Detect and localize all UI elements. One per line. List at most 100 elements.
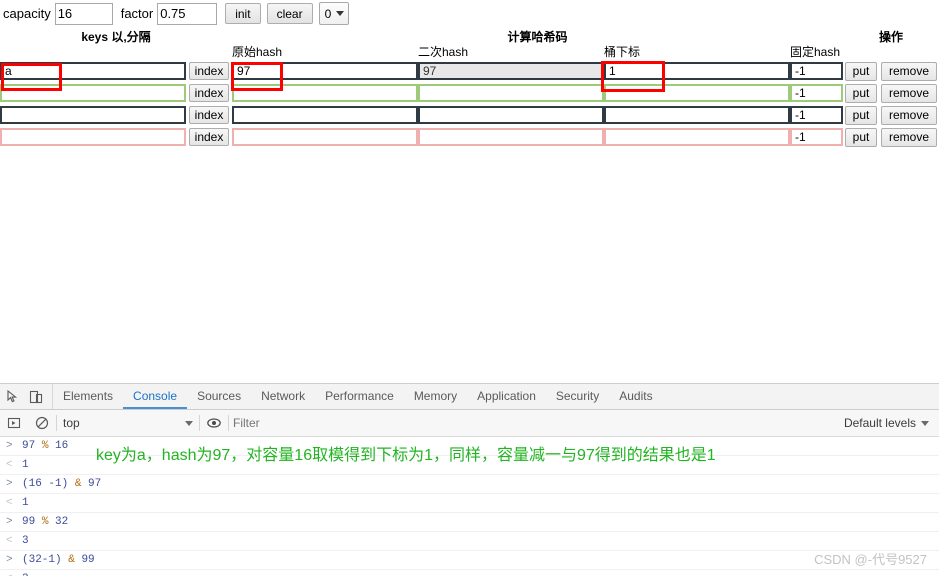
prompt-arrow-icon: > xyxy=(6,516,13,528)
key-input[interactable] xyxy=(0,128,186,146)
bucket-index-input[interactable] xyxy=(604,84,790,102)
console-line-text: 1 xyxy=(22,497,29,509)
header-group-row: keys 以,分隔 计算哈希码 操作 xyxy=(0,30,939,45)
bucket-index-input[interactable] xyxy=(604,62,790,80)
row-count-select[interactable]: 0 xyxy=(318,2,350,25)
devtools-tabbar: Elements Console Sources Network Performance… xyxy=(0,384,939,410)
put-button[interactable]: put xyxy=(844,105,878,125)
device-toolbar-icon[interactable] xyxy=(28,389,44,405)
remove-button[interactable]: remove xyxy=(881,127,938,147)
inspect-element-icon[interactable] xyxy=(6,389,22,405)
devtools-panel: Elements Console Sources Network Performance… xyxy=(0,383,939,576)
table-row: index putremove xyxy=(0,60,939,82)
index-button[interactable]: index xyxy=(188,84,230,102)
console-line-text: 99 % 32 xyxy=(22,516,69,528)
execute-button[interactable] xyxy=(0,410,28,436)
raw-hash-input[interactable] xyxy=(232,84,418,102)
result-arrow-icon: < xyxy=(6,497,13,509)
remove-button[interactable]: remove xyxy=(881,61,938,81)
console-output-line: <3 xyxy=(0,570,939,576)
console-line-text: 3 xyxy=(22,535,29,547)
console-output-line: <1 xyxy=(0,494,939,513)
result-arrow-icon: < xyxy=(6,459,13,471)
annotation-note: key为a，hash为97，对容量16取模得到下标为1，同样，容量减一与97得到… xyxy=(96,447,716,464)
tab-memory[interactable]: Memory xyxy=(404,384,467,409)
tab-elements[interactable]: Elements xyxy=(53,384,123,409)
console-line-text: 1 xyxy=(22,459,29,471)
console-filter-input[interactable] xyxy=(229,416,834,430)
header-index-spacer xyxy=(186,45,232,60)
page-root: capacity factor init clear 0 xyxy=(0,0,939,576)
tab-network[interactable]: Network xyxy=(251,384,315,409)
index-button[interactable]: index xyxy=(188,62,230,80)
factor-input[interactable] xyxy=(157,2,218,25)
fixed-hash-input[interactable] xyxy=(790,106,844,124)
header-keys: keys 以,分隔 xyxy=(81,30,151,44)
key-input[interactable] xyxy=(0,106,186,124)
console-context-select[interactable]: top xyxy=(57,416,199,430)
second-hash-input[interactable] xyxy=(418,84,604,102)
second-hash-input[interactable] xyxy=(418,106,604,124)
remove-button[interactable]: remove xyxy=(881,105,938,125)
second-hash-input[interactable] xyxy=(418,62,604,80)
put-button[interactable]: put xyxy=(844,127,878,147)
factor-label: factor xyxy=(120,6,154,21)
tab-performance[interactable]: Performance xyxy=(315,384,404,409)
key-input[interactable] xyxy=(0,84,186,102)
tab-audits[interactable]: Audits xyxy=(609,384,662,409)
row-count-select-value: 0 xyxy=(324,6,332,21)
header-raw-hash: 原始hash xyxy=(232,45,283,59)
header-second-hash: 二次hash xyxy=(418,45,469,59)
raw-hash-input[interactable] xyxy=(232,128,418,146)
prompt-arrow-icon: > xyxy=(6,554,13,566)
key-input[interactable] xyxy=(0,62,186,80)
table-row: index putremove xyxy=(0,126,939,148)
table-row: index putremove xyxy=(0,104,939,126)
hash-table-container: keys 以,分隔 计算哈希码 操作 原始hash 二次hash 桶下标 固定h… xyxy=(0,30,939,148)
raw-hash-input[interactable] xyxy=(232,62,418,80)
put-button[interactable]: put xyxy=(844,83,878,103)
hash-table-body: indexputremoveindexputremoveindexputremo… xyxy=(0,60,939,148)
console-input-line: > (32-1) & 99 xyxy=(0,551,939,570)
tab-security[interactable]: Security xyxy=(546,384,609,409)
index-button[interactable]: index xyxy=(188,106,230,124)
header-keys-spacer xyxy=(0,45,186,60)
tab-sources[interactable]: Sources xyxy=(187,384,251,409)
live-expression-icon[interactable] xyxy=(200,410,228,436)
watermark: CSDN @-代号9527 xyxy=(814,552,927,567)
hash-table-head: keys 以,分隔 计算哈希码 操作 原始hash 二次hash 桶下标 固定h… xyxy=(0,30,939,60)
chevron-down-icon xyxy=(336,11,345,16)
bucket-index-input[interactable] xyxy=(604,106,790,124)
capacity-toolbar: capacity factor init clear 0 xyxy=(0,0,939,27)
capacity-input[interactable] xyxy=(54,2,113,25)
console-levels-select[interactable]: Default levels xyxy=(834,416,939,430)
fixed-hash-input[interactable] xyxy=(790,128,844,146)
remove-button[interactable]: remove xyxy=(881,83,938,103)
result-arrow-icon: < xyxy=(6,570,22,576)
index-button[interactable]: index xyxy=(188,128,230,146)
console-levels-value: Default levels xyxy=(843,416,916,430)
put-button[interactable]: put xyxy=(844,61,878,81)
clear-button[interactable]: clear xyxy=(266,3,313,24)
fixed-hash-input[interactable] xyxy=(790,62,844,80)
second-hash-input[interactable] xyxy=(418,128,604,146)
table-row: index putremove xyxy=(0,82,939,104)
header-hash-group: 计算哈希码 xyxy=(507,30,568,44)
raw-hash-input[interactable] xyxy=(232,106,418,124)
header-bucket-index: 桶下标 xyxy=(604,45,641,59)
fixed-hash-input[interactable] xyxy=(790,84,844,102)
tab-application[interactable]: Application xyxy=(467,384,546,409)
console-output-line: <3 xyxy=(0,532,939,551)
devtools-tabs: Elements Console Sources Network Performance… xyxy=(53,384,663,409)
console-line-text: (16 -1) & 97 xyxy=(22,478,102,490)
clear-console-button[interactable] xyxy=(28,410,56,436)
chevron-down-icon xyxy=(185,420,193,426)
console-line-text: 3 xyxy=(22,570,29,576)
tab-console[interactable]: Console xyxy=(123,384,188,409)
bucket-index-input[interactable] xyxy=(604,128,790,146)
init-button[interactable]: init xyxy=(225,3,261,24)
result-arrow-icon: < xyxy=(6,535,13,547)
header-fixed-hash: 固定hash xyxy=(790,45,841,59)
devtools-tool-icons xyxy=(0,384,53,409)
header-remove-spacer xyxy=(879,45,939,60)
